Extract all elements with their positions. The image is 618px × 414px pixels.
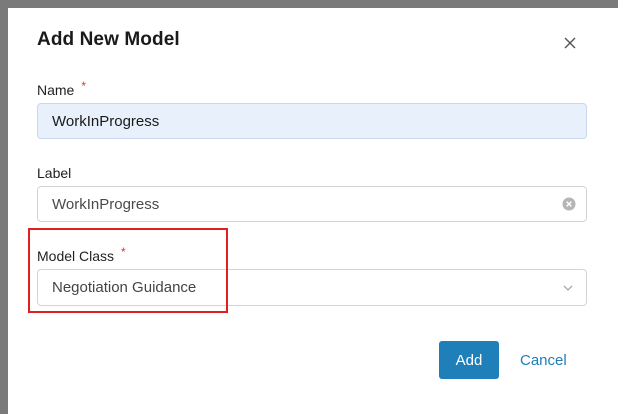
chevron-down-icon	[563, 285, 573, 291]
close-button[interactable]	[558, 31, 582, 55]
label-field-label: Label	[37, 165, 72, 181]
cancel-button[interactable]: Cancel	[512, 341, 575, 379]
backdrop-left	[0, 0, 8, 414]
model-class-select[interactable]: Negotiation Guidance	[37, 269, 587, 306]
model-class-field-label: Model Class *	[37, 245, 126, 264]
name-label-text: Name	[37, 82, 75, 98]
required-mark: *	[81, 79, 87, 93]
close-icon	[564, 37, 576, 49]
model-class-label-text: Model Class	[37, 248, 115, 264]
required-mark: *	[121, 245, 126, 259]
model-class-selected-value: Negotiation Guidance	[52, 279, 197, 296]
clear-circle-icon[interactable]	[562, 197, 576, 211]
name-field-label: Name *	[37, 79, 87, 98]
backdrop	[0, 0, 618, 8]
dialog-title: Add New Model	[37, 29, 180, 50]
label-input[interactable]	[37, 186, 587, 222]
add-button[interactable]: Add	[439, 341, 499, 379]
name-input[interactable]	[37, 103, 587, 139]
